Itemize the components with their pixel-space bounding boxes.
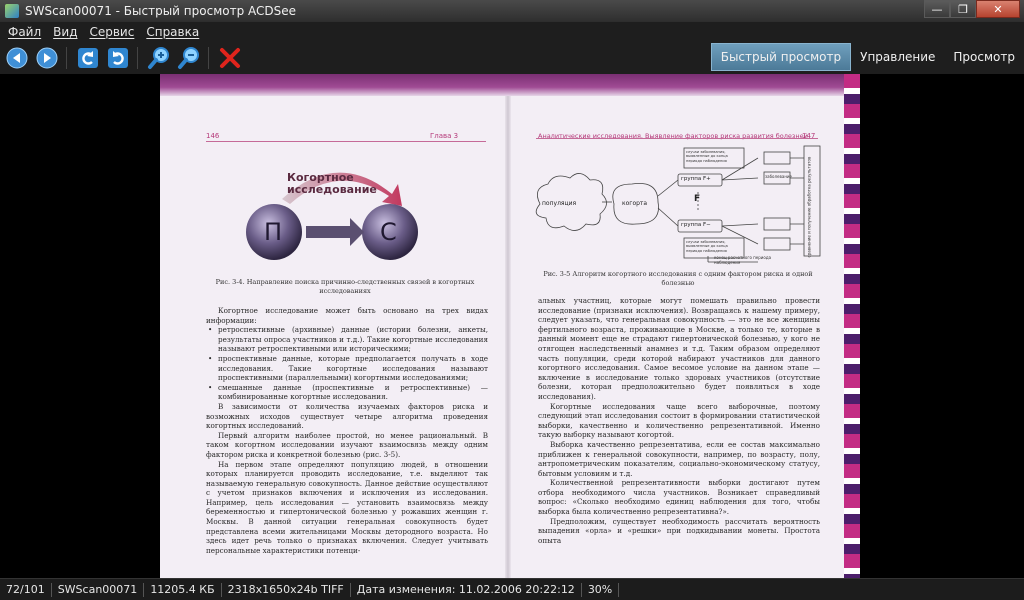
menu-file[interactable]: Файл bbox=[8, 25, 41, 39]
diagram-end-label: конец расчетного периода наблюдения bbox=[714, 255, 772, 265]
menu-help[interactable]: Справка bbox=[146, 25, 199, 39]
menu-bar: Файл Вид Сервис Справка bbox=[0, 22, 1024, 41]
status-position: 72/101 bbox=[0, 582, 52, 597]
diagram-box-bottom: случаи заболевания, выявленные до конца … bbox=[686, 240, 728, 253]
menu-view[interactable]: Вид bbox=[53, 25, 77, 39]
tab-view[interactable]: Просмотр bbox=[944, 43, 1024, 71]
scanned-image: 146 Глава 3 Когортное исследование П С Р… bbox=[160, 74, 860, 578]
status-zoom[interactable]: 30% bbox=[582, 582, 620, 597]
close-button[interactable]: ✕ bbox=[976, 0, 1020, 18]
paragraph: Когортное исследование может быть основа… bbox=[206, 306, 488, 325]
paragraph: Количественной репрезентативности выборк… bbox=[538, 478, 820, 517]
status-bar: 72/101 SWScan00071 11205.4 КБ 2318x1650x… bbox=[0, 578, 1024, 600]
rotate-right-icon[interactable] bbox=[105, 45, 131, 71]
diagram-ill-label: заболевание bbox=[765, 174, 792, 179]
paragraph: Выборка качественно репрезентатива, если… bbox=[538, 439, 820, 478]
cohort-algorithm-diagram: популяция когорта группа F+ группа F− F … bbox=[528, 144, 828, 265]
maximize-button[interactable]: ❐ bbox=[950, 0, 976, 18]
paragraph: На первом этапе определяют популяцию люд… bbox=[206, 459, 488, 555]
toolbar-separator bbox=[66, 46, 67, 69]
paragraph: Первый алгоритм наиболее простой, но мен… bbox=[206, 430, 488, 459]
zoom-out-icon[interactable] bbox=[176, 45, 202, 71]
tab-manage[interactable]: Управление bbox=[851, 43, 944, 71]
image-viewer[interactable]: 146 Глава 3 Когортное исследование П С Р… bbox=[0, 74, 1024, 578]
diagram-factor: F bbox=[694, 194, 701, 204]
left-page-chapter: Глава 3 bbox=[430, 132, 459, 140]
diagram-population: популяция bbox=[542, 200, 577, 207]
circle-label-s: С bbox=[380, 218, 397, 246]
circle-label-p: П bbox=[264, 218, 283, 246]
diagram-cohort: когорта bbox=[622, 200, 648, 207]
list-item: проспективные данные, которые предполага… bbox=[206, 354, 488, 383]
toolbar-separator bbox=[137, 46, 138, 69]
minimize-button[interactable]: — bbox=[924, 0, 950, 18]
right-figure-caption: Рис. 3-5 Алгоритм когортного исследовани… bbox=[543, 270, 813, 287]
book-spine bbox=[505, 96, 511, 578]
left-page-rule bbox=[206, 141, 486, 142]
scan-top-band bbox=[160, 74, 860, 96]
zoom-in-icon[interactable] bbox=[146, 45, 172, 71]
right-page-text: альных участниц, которые могут помешать … bbox=[538, 296, 820, 545]
paragraph: альных участниц, которые могут помешать … bbox=[538, 296, 820, 401]
mode-tabs: Быстрый просмотр Управление Просмотр bbox=[710, 43, 1024, 71]
left-page-number: 146 bbox=[206, 132, 220, 140]
scan-right-edge bbox=[844, 74, 860, 578]
status-dimensions: 2318x1650x24b TIFF bbox=[222, 582, 351, 597]
back-arrow-icon[interactable] bbox=[4, 45, 30, 71]
diagram-title: Когортное исследование bbox=[287, 171, 377, 196]
title-bar: SWScan00071 - Быстрый просмотр ACDSee — … bbox=[0, 0, 1024, 22]
menu-tools[interactable]: Сервис bbox=[89, 25, 134, 39]
list-item: смешанные данные (проспективные и ретрос… bbox=[206, 383, 488, 402]
delete-icon[interactable] bbox=[217, 45, 243, 71]
left-page-text: Когортное исследование может быть основа… bbox=[206, 306, 488, 555]
toolbar-separator bbox=[208, 46, 209, 69]
diagram-group-plus: группа F+ bbox=[681, 176, 711, 182]
paragraph: Предположим, существует необходимость ра… bbox=[538, 516, 820, 545]
tab-quick-view[interactable]: Быстрый просмотр bbox=[710, 43, 852, 71]
list-item: ретроспективные (архивные) данные (истор… bbox=[206, 325, 488, 354]
left-figure-caption: Рис. 3-4. Направление поиска причинно-сл… bbox=[215, 278, 475, 295]
rotate-left-icon[interactable] bbox=[75, 45, 101, 71]
status-filesize: 11205.4 КБ bbox=[144, 582, 222, 597]
bullet-list: ретроспективные (архивные) данные (истор… bbox=[206, 325, 488, 402]
status-modified: Дата изменения: 11.02.2006 20:22:12 bbox=[351, 582, 582, 597]
window-controls: — ❐ ✕ bbox=[924, 0, 1020, 18]
paragraph: В зависимости от количества изучаемых фа… bbox=[206, 401, 488, 431]
cohort-diagram: Когортное исследование П С bbox=[242, 154, 422, 264]
acdsee-app-icon bbox=[5, 4, 19, 18]
diagram-group-minus: группа F− bbox=[681, 222, 711, 228]
paragraph: Когортные исследования чаще всего выборо… bbox=[538, 401, 820, 440]
window-title: SWScan00071 - Быстрый просмотр ACDSee bbox=[25, 4, 297, 18]
forward-arrow-icon[interactable] bbox=[34, 45, 60, 71]
right-page-rule bbox=[536, 138, 818, 139]
status-filename: SWScan00071 bbox=[52, 582, 145, 597]
diagram-box-top: случаи заболевания, выявленные до конца … bbox=[686, 150, 728, 163]
diagram-side-label: сравнение и получение обработка результа… bbox=[806, 156, 812, 258]
